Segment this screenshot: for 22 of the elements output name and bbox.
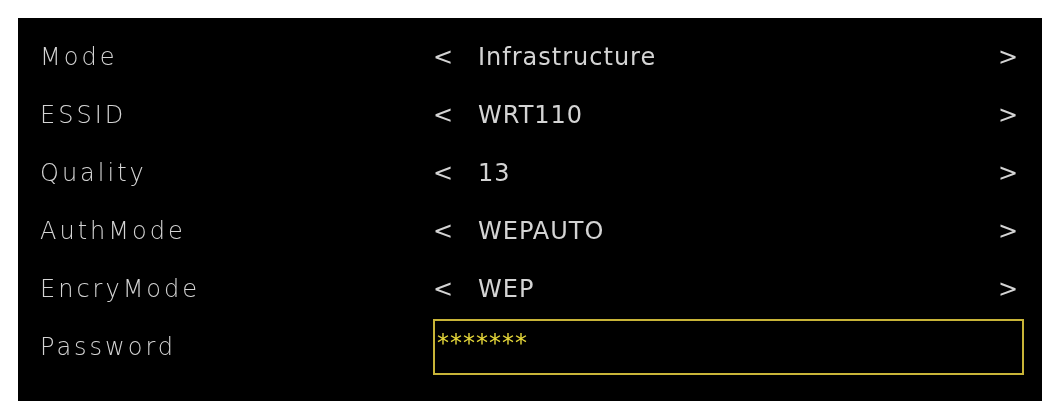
option-value: Infrastructure: [478, 42, 658, 73]
option-value: WEPAUTO: [478, 216, 606, 247]
previous-option-button[interactable]: <: [433, 213, 478, 249]
setting-label: ESSID: [40, 100, 128, 131]
setting-label: EncryMode: [40, 274, 202, 305]
setting-label: Mode: [40, 42, 119, 73]
previous-option-button[interactable]: <: [433, 155, 478, 191]
setting-label: AuthMode: [40, 216, 187, 247]
previous-option-button[interactable]: <: [433, 271, 478, 307]
password-field[interactable]: *******: [433, 319, 1024, 375]
setting-label: Password: [40, 332, 178, 363]
setting-label: Quality: [40, 158, 148, 189]
next-option-button[interactable]: >: [998, 97, 1024, 133]
next-option-button[interactable]: >: [998, 271, 1024, 307]
next-option-button[interactable]: >: [998, 39, 1024, 75]
next-option-button[interactable]: >: [998, 155, 1024, 191]
previous-option-button[interactable]: <: [433, 39, 478, 75]
option-value: WRT110: [478, 100, 585, 131]
option-value: 13: [478, 158, 512, 189]
previous-option-button[interactable]: <: [433, 97, 478, 133]
option-value: WEP: [478, 274, 536, 305]
next-option-button[interactable]: >: [998, 213, 1024, 249]
